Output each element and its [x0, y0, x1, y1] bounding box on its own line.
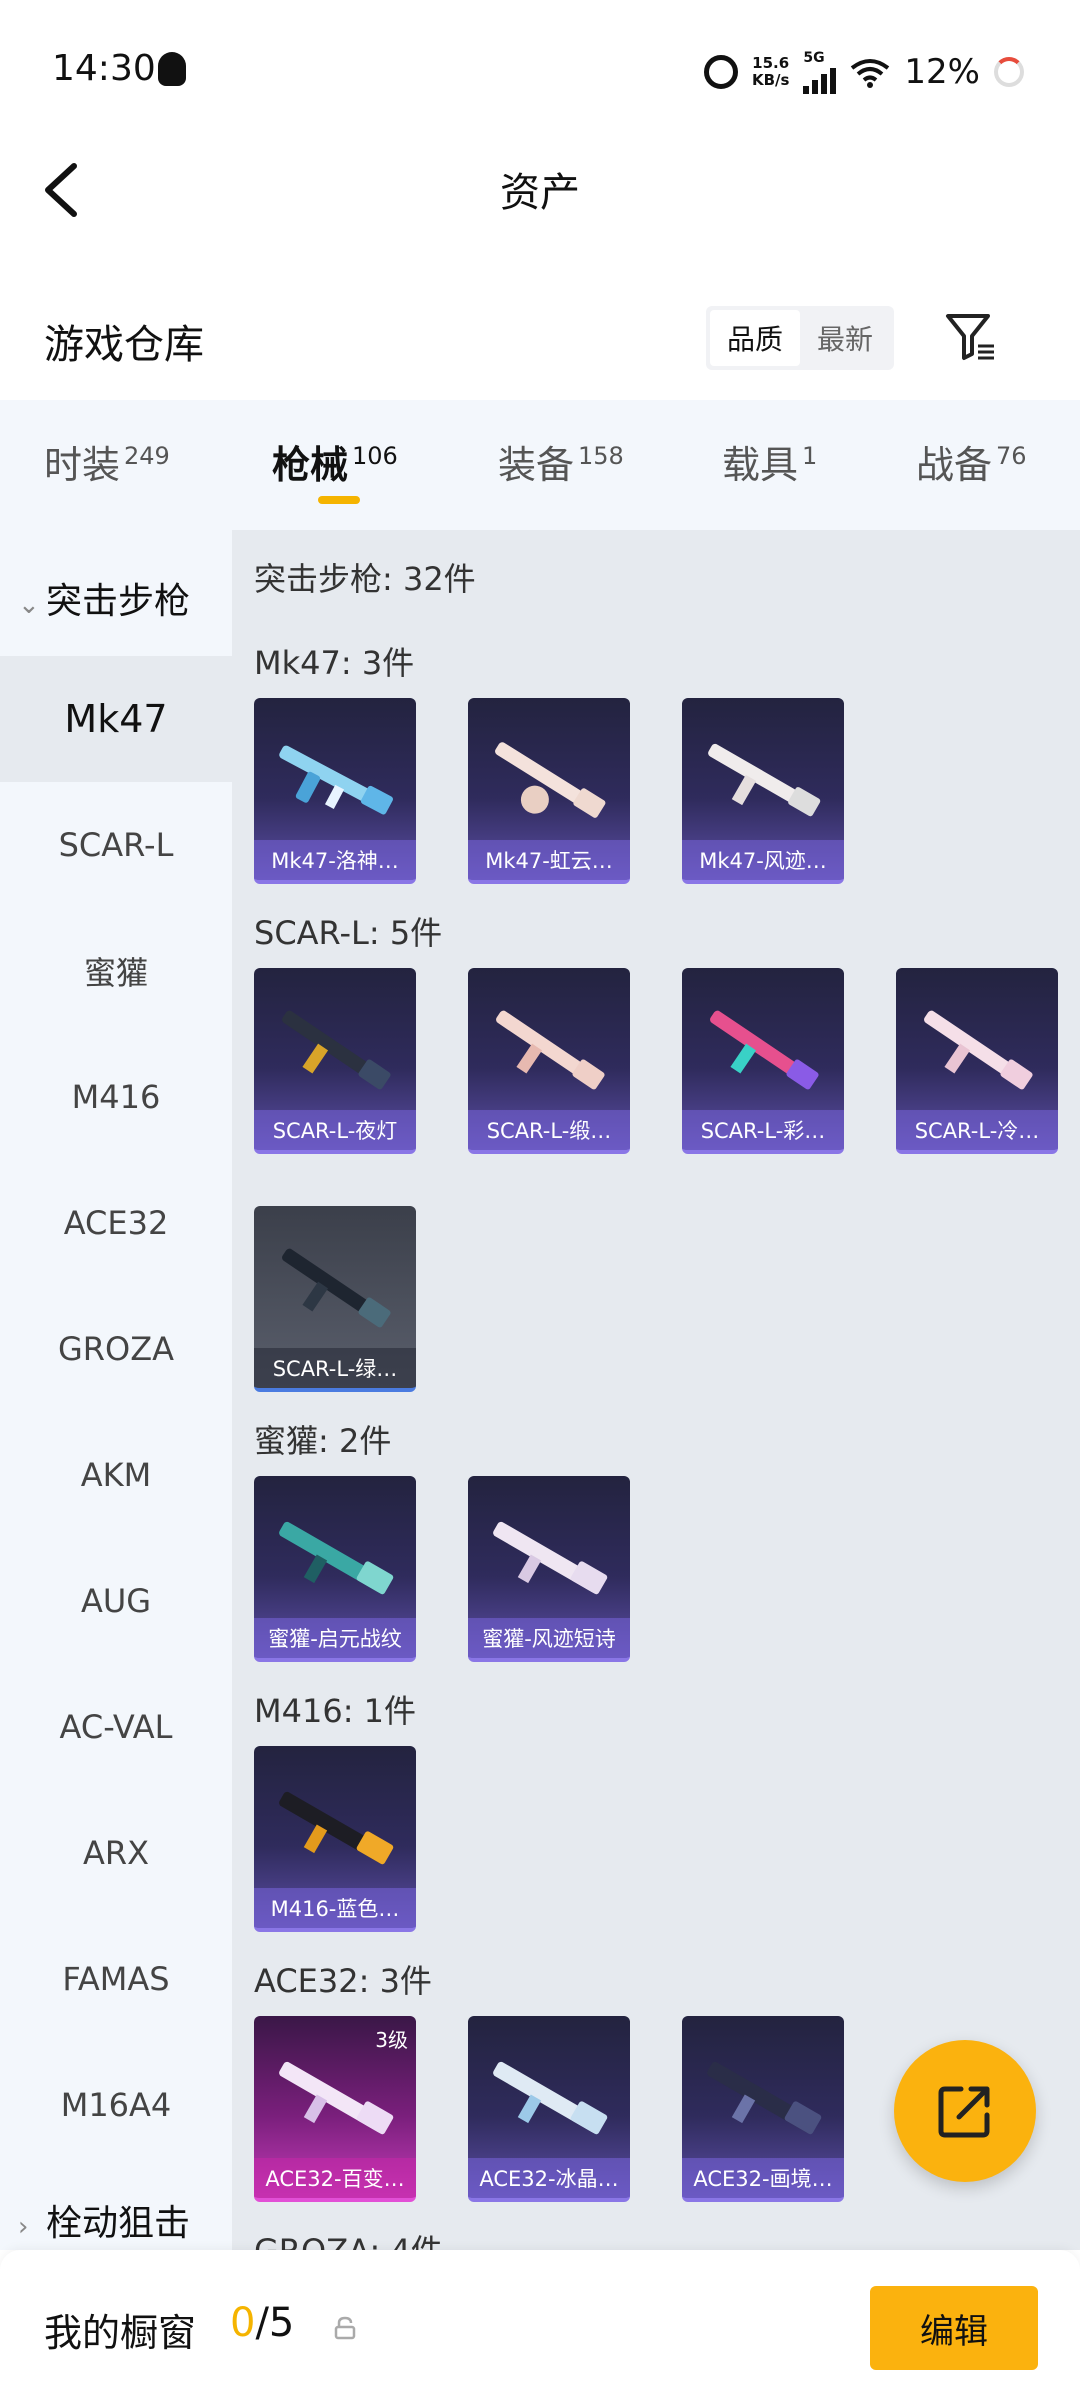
section-title: ACE32: 3件	[254, 1962, 432, 2000]
chevron-down-icon: ⌄	[18, 590, 40, 620]
rifle-icon	[707, 2061, 822, 2135]
rifle-icon	[708, 743, 821, 817]
weapon-card[interactable]: SCAR-L-缎…	[468, 968, 630, 1154]
header: 资产	[0, 140, 1080, 240]
section-title: GROZA: 4件	[254, 2226, 443, 2250]
rifle-icon	[282, 1248, 391, 1328]
battery-icon	[994, 57, 1024, 87]
sidebar-item-arx[interactable]: ARX	[0, 1790, 232, 1916]
tab-guns[interactable]: 枪械 106	[272, 434, 398, 489]
share-button[interactable]	[894, 2040, 1036, 2182]
rifle-icon	[493, 2061, 608, 2135]
rifle-icon	[493, 1521, 608, 1595]
weapon-card[interactable]: ACE32-画境…	[682, 2016, 844, 2202]
rifle-icon	[279, 745, 393, 815]
section-title: SCAR-L: 5件	[254, 914, 443, 952]
tab-fashion[interactable]: 时装 249	[44, 434, 170, 489]
weapon-card[interactable]: SCAR-L-冷…	[896, 968, 1058, 1154]
sidebar-item-m16a4[interactable]: M16A4	[0, 2042, 232, 2168]
weapon-card[interactable]: SCAR-L-绿…	[254, 1206, 416, 1392]
sort-newest[interactable]: 最新	[800, 310, 890, 366]
warehouse-title: 游戏仓库	[44, 322, 204, 368]
status-bar: 14:30 15.6 KB/s 5G 12%	[0, 0, 1080, 140]
weapon-card[interactable]: SCAR-L-夜灯	[254, 968, 416, 1154]
showcase-label: 我的橱窗	[44, 2311, 197, 2355]
active-tab-indicator	[318, 496, 360, 504]
sidebar-item-ac-val[interactable]: AC-VAL	[0, 1664, 232, 1790]
rifle-icon	[924, 1010, 1033, 1090]
section-title: M416: 1件	[254, 1692, 417, 1730]
qq-icon	[158, 52, 186, 86]
chevron-right-icon: ›	[18, 2212, 29, 2242]
rifle-icon	[495, 742, 606, 818]
edit-button[interactable]: 编辑	[870, 2286, 1038, 2370]
sidebar-item-akm[interactable]: AKM	[0, 1412, 232, 1538]
sidebar-item-honey-badger[interactable]: 蜜獾	[0, 908, 232, 1034]
tab-supplies[interactable]: 战备 76	[916, 434, 1027, 489]
status-time: 14:30	[52, 48, 156, 89]
net-speed: 15.6 KB/s	[751, 54, 790, 89]
tab-vehicles[interactable]: 载具 1	[722, 434, 817, 489]
category-tabs: 时装 249 枪械 106 装备 158 载具 1 战备 76	[0, 400, 1080, 530]
sidebar-item-ace32[interactable]: ACE32	[0, 1160, 232, 1286]
weapon-card[interactable]: 蜜獾-风迹短诗	[468, 1476, 630, 1662]
sidebar-item-groza[interactable]: GROZA	[0, 1286, 232, 1412]
weapon-card[interactable]: M416-蓝色…	[254, 1746, 416, 1932]
weapon-card[interactable]: 3级 ACE32-百变…	[254, 2016, 416, 2202]
weapon-card[interactable]: ACE32-冰晶…	[468, 2016, 630, 2202]
sidebar-item-famas[interactable]: FAMAS	[0, 1916, 232, 2042]
weapon-card[interactable]: SCAR-L-彩…	[682, 968, 844, 1154]
sidebar-item-m416[interactable]: M416	[0, 1034, 232, 1160]
network-type: 5G	[803, 50, 825, 66]
rifle-icon	[279, 2061, 394, 2135]
signal-icon	[803, 66, 837, 94]
showcase-bar: 我的橱窗 0/5 编辑	[0, 2250, 1080, 2400]
tab-equipment[interactable]: 装备 158	[498, 434, 624, 489]
lock-icon	[334, 2316, 356, 2340]
rifle-icon	[279, 1791, 394, 1865]
share-icon	[938, 2086, 990, 2138]
weapon-card[interactable]: Mk47-虹云…	[468, 698, 630, 884]
alarm-icon	[703, 55, 738, 89]
battery-level: 12%	[904, 52, 980, 92]
weapon-card[interactable]: Mk47-洛神…	[254, 698, 416, 884]
rifle-icon	[496, 1010, 605, 1090]
rifle-icon	[282, 1010, 391, 1090]
section-title: 蜜獾: 2件	[254, 1422, 392, 1460]
rifle-icon	[279, 1521, 394, 1595]
sort-quality[interactable]: 品质	[710, 310, 800, 366]
sidebar-item-aug[interactable]: AUG	[0, 1538, 232, 1664]
sidebar-item-scar-l[interactable]: SCAR-L	[0, 782, 232, 908]
rifle-icon	[710, 1010, 819, 1090]
sidebar-group-bolt-snipers[interactable]: › 栓动狙击	[18, 2194, 190, 2246]
filter-icon[interactable]	[944, 312, 996, 362]
weapon-card[interactable]: 蜜獾-启元战纹	[254, 1476, 416, 1662]
wifi-icon	[850, 57, 890, 88]
sidebar-item-mk47[interactable]: Mk47	[0, 656, 232, 782]
showcase-count: 0/5	[230, 2300, 295, 2346]
sort-toggle: 品质 最新	[706, 306, 894, 370]
weapon-grid: 突击步枪: 32件 Mk47: 3件 Mk47-洛神… Mk47-虹云… Mk4…	[232, 530, 1080, 2250]
weapon-sidebar: ⌄ 突击步枪 Mk47 SCAR-L 蜜獾 M416 ACE32 GROZA AK…	[0, 530, 232, 2250]
page-title: 资产	[500, 170, 580, 216]
section-title: Mk47: 3件	[254, 644, 415, 682]
category-summary: 突击步枪: 32件	[254, 560, 476, 598]
sidebar-group-assault-rifles[interactable]: ⌄ 突击步枪	[18, 572, 190, 624]
weapon-card[interactable]: Mk47-风迹…	[682, 698, 844, 884]
